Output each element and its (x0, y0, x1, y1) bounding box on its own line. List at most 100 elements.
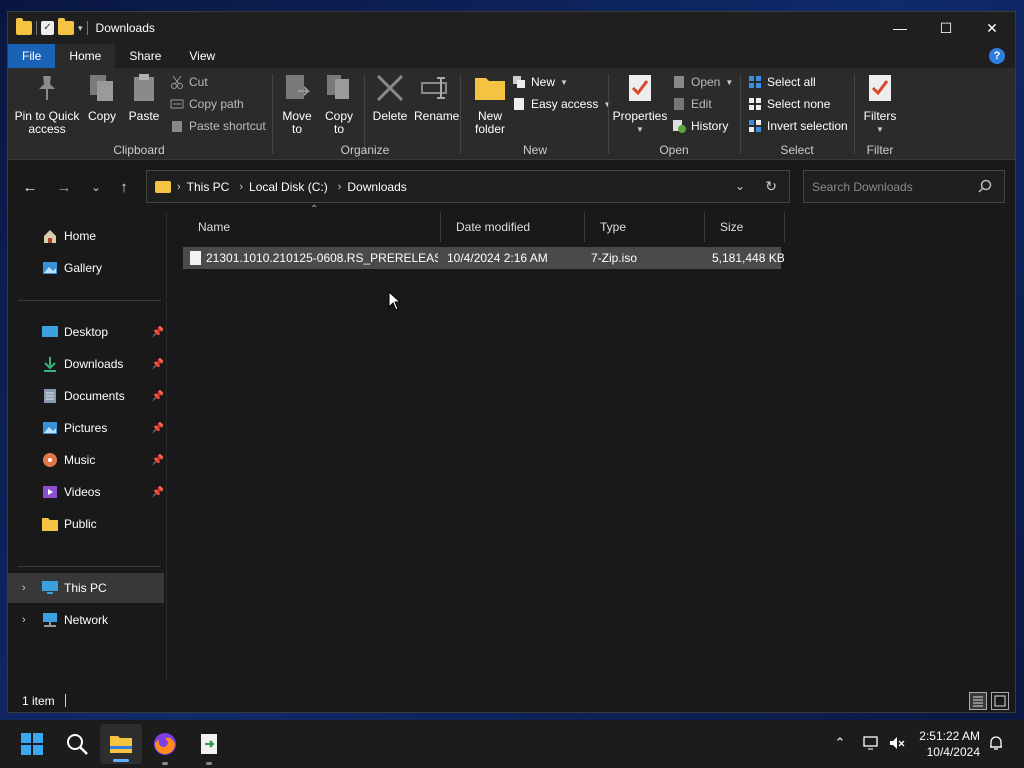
column-header-date-modified[interactable]: Date modified (441, 212, 585, 242)
delete-button[interactable]: Delete (370, 72, 410, 123)
breadcrumb-this-pc[interactable]: This PC (187, 180, 230, 194)
show-hidden-icons-chevron-icon[interactable]: ⌃ (832, 735, 848, 751)
filters-button[interactable]: Filters ▼ (860, 72, 900, 136)
pin-icon[interactable]: 📌 (152, 487, 164, 498)
nav-item-gallery[interactable]: Gallery (8, 253, 164, 283)
chevron-right-icon[interactable]: › (22, 582, 26, 594)
cut-button[interactable]: Cut (170, 72, 208, 92)
volume-muted-icon[interactable] (889, 735, 905, 751)
tab-share[interactable]: Share (115, 44, 175, 68)
network-status-icon[interactable] (863, 735, 879, 751)
nav-item-public[interactable]: Public (8, 509, 164, 539)
ribbon-separator (272, 74, 273, 154)
properties-qat-icon[interactable]: ✓ (41, 21, 54, 35)
start-button-windows-icon[interactable] (20, 732, 44, 756)
help-icon[interactable]: ? (989, 48, 1005, 64)
tab-file[interactable]: File (8, 44, 56, 68)
minimize-button[interactable]: — (877, 12, 923, 44)
forward-arrow-icon[interactable]: → (54, 178, 74, 198)
nav-item-music[interactable]: Music 📌 (8, 445, 164, 475)
maximize-button[interactable]: ☐ (923, 12, 969, 44)
move-to-button[interactable]: Move to (280, 72, 314, 136)
new-item-button[interactable]: New ▼ (512, 72, 568, 92)
select-none-button[interactable]: Select none (748, 94, 830, 114)
breadcrumb-downloads[interactable]: Downloads (347, 180, 406, 194)
paste-shortcut-button[interactable]: Paste shortcut (170, 116, 266, 136)
column-header-size[interactable]: Size (705, 212, 785, 242)
nav-item-pictures[interactable]: Pictures 📌 (8, 413, 164, 443)
nav-label-desktop: Desktop (64, 325, 109, 339)
chevron-right-icon[interactable]: › (338, 181, 342, 193)
select-all-button[interactable]: Select all (748, 72, 816, 92)
nav-item-downloads[interactable]: Downloads 📌 (8, 349, 164, 379)
firefox-icon[interactable] (153, 732, 177, 756)
pin-icon[interactable]: 📌 (152, 391, 164, 402)
navigation-row: ← → ⌄ ↑ › This PC › Local Disk (C:) › Do… (8, 170, 1015, 206)
title-bar: ✓ ▾ Downloads — ☐ ✕ (8, 12, 1015, 44)
paste-button[interactable]: Paste (126, 72, 162, 123)
open-button[interactable]: Open ▼ (672, 72, 733, 92)
file-explorer-taskbar-button[interactable] (100, 724, 142, 764)
new-item-label: New (531, 75, 556, 89)
search-icon[interactable] (978, 179, 992, 193)
invert-selection-button[interactable]: Invert selection (748, 116, 848, 136)
pane-separator[interactable] (166, 212, 167, 682)
recent-locations-chevron-icon[interactable]: ⌄ (86, 178, 106, 198)
tab-home[interactable]: Home (55, 44, 116, 68)
column-header-name[interactable]: Name (183, 212, 441, 242)
new-folder-qat-icon[interactable] (58, 18, 74, 35)
refresh-icon[interactable]: ↻ (765, 178, 777, 195)
edit-button[interactable]: Edit (672, 94, 712, 114)
file-row[interactable]: 21301.1010.210125-0608.RS_PRERELEASE_...… (183, 247, 785, 311)
taskbar-clock[interactable]: 2:51:22 AM 10/4/2024 (919, 728, 980, 760)
tab-view[interactable]: View (175, 44, 229, 68)
easy-access-button[interactable]: Easy access ▼ (512, 94, 611, 114)
pin-icon[interactable]: 📌 (152, 423, 164, 434)
nav-item-home[interactable]: Home (8, 221, 164, 251)
search-icon[interactable] (65, 732, 89, 756)
active-indicator (113, 759, 129, 762)
nav-item-videos[interactable]: Videos 📌 (8, 477, 164, 507)
notification-bell-icon[interactable] (988, 735, 1004, 751)
history-button[interactable]: History (672, 116, 728, 136)
up-arrow-icon[interactable]: ↑ (114, 178, 134, 198)
address-dropdown-icon[interactable]: ⌄ (735, 179, 745, 193)
details-view-icon[interactable] (969, 692, 987, 710)
copy-path-button[interactable]: Copy path (170, 94, 244, 114)
pin-icon[interactable]: 📌 (152, 359, 164, 370)
pin-icon[interactable]: 📌 (152, 455, 164, 466)
address-bar[interactable]: › This PC › Local Disk (C:) › Downloads … (146, 170, 790, 203)
nav-item-documents[interactable]: Documents 📌 (8, 381, 164, 411)
search-box[interactable] (803, 170, 1005, 203)
back-arrow-icon[interactable]: ← (20, 178, 40, 198)
pin-icon[interactable]: 📌 (152, 327, 164, 338)
open-group: Properties ▼ Open ▼ Edit History Open (610, 68, 738, 160)
rename-button[interactable]: Rename (414, 72, 459, 123)
nav-item-desktop[interactable]: Desktop 📌 (8, 317, 164, 347)
copy-button[interactable]: Copy (84, 72, 120, 123)
window-title: Downloads (95, 21, 155, 35)
pin-to-quick-access-button[interactable]: Pin to Quick access (14, 72, 80, 136)
file-icon (190, 251, 201, 265)
customize-qat-icon[interactable]: ▾ (78, 23, 83, 34)
ribbon: Pin to Quick access Copy Paste Cut Copy … (8, 68, 1015, 160)
search-input[interactable] (812, 179, 972, 195)
close-button[interactable]: ✕ (969, 12, 1015, 44)
delete-label: Delete (372, 109, 408, 123)
chevron-right-icon[interactable]: › (22, 614, 26, 626)
chevron-right-icon[interactable]: › (239, 181, 243, 193)
cut-label: Cut (189, 75, 208, 89)
column-header-type[interactable]: Type (585, 212, 705, 242)
nav-item-this-pc[interactable]: › This PC (8, 573, 164, 603)
properties-button[interactable]: Properties ▼ (612, 72, 668, 136)
breadcrumb-local-disk[interactable]: Local Disk (C:) (249, 180, 328, 194)
nav-item-network[interactable]: › Network (8, 605, 164, 635)
large-icons-view-icon[interactable] (991, 692, 1009, 710)
folder-icon (16, 18, 32, 35)
chevron-down-icon: ▼ (876, 125, 884, 134)
open-group-label: Open (659, 143, 689, 157)
app-installer-icon[interactable] (197, 732, 221, 756)
status-divider (65, 694, 66, 707)
copy-to-button[interactable]: Copy to (322, 72, 356, 136)
new-folder-button[interactable]: New folder (470, 72, 510, 136)
